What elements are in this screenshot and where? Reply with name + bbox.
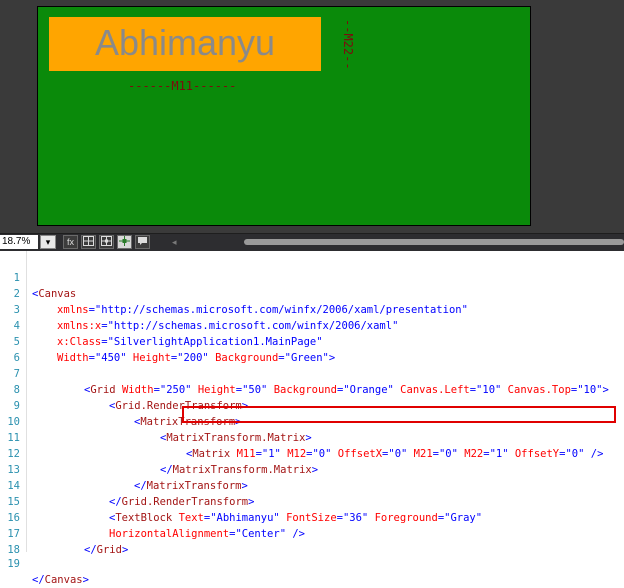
xaml-editor[interactable] bbox=[0, 251, 624, 552]
code-line-8: 8 <Grid.RenderTransform> bbox=[0, 366, 248, 412]
green-canvas[interactable]: Abhimanyu --M22-- ------M11------ bbox=[37, 6, 531, 226]
code-line-5: 5 Width="450" Height="200" Background="G… bbox=[0, 318, 336, 364]
orange-grid[interactable]: Abhimanyu bbox=[49, 17, 321, 71]
m22-annotation: --M22-- bbox=[341, 18, 355, 70]
snap-grid-icon[interactable] bbox=[99, 235, 114, 249]
code-line-4: 4 x:Class="SilverlightApplication1.MainP… bbox=[0, 302, 323, 348]
matrix-line-highlight bbox=[182, 406, 616, 423]
code-line-17: 17 </Grid> bbox=[0, 510, 128, 556]
design-surface[interactable]: Abhimanyu --M22-- ------M11------ bbox=[0, 0, 624, 233]
line-number: 19 bbox=[7, 558, 20, 570]
fx-icon[interactable]: fx bbox=[63, 235, 78, 249]
code-line-13: 13 </MatrixTransform> bbox=[0, 446, 247, 492]
zoom-input[interactable]: 18.7% bbox=[0, 235, 38, 249]
annotation-icon[interactable] bbox=[135, 235, 150, 249]
snap-lines-icon[interactable] bbox=[117, 235, 132, 249]
horizontal-scrollbar-thumb[interactable] bbox=[244, 239, 624, 245]
m11-annotation: ------M11------ bbox=[128, 79, 237, 93]
grid-icon[interactable] bbox=[81, 235, 96, 249]
code-line-14: 14 </Grid.RenderTransform> bbox=[0, 462, 254, 508]
code-line-15: 15 <TextBlock Text="Abhimanyu" FontSize=… bbox=[0, 478, 482, 524]
zoom-dropdown-button[interactable]: ▾ bbox=[40, 235, 56, 249]
code-line-6: 6 bbox=[0, 334, 20, 364]
code-line-3: 3 xmlns:x="http://schemas.microsoft.com/… bbox=[0, 286, 399, 332]
designer-toolbar: 18.7% ▾ fx ◂ bbox=[0, 233, 624, 251]
code-line-7: 7 <Grid Width="250" Height="50" Backgrou… bbox=[0, 350, 609, 396]
scroll-left-arrow[interactable]: ◂ bbox=[172, 237, 177, 248]
code-line-10: 10 <MatrixTransform.Matrix> bbox=[0, 398, 311, 444]
textblock-abhimanyu[interactable]: Abhimanyu bbox=[49, 19, 321, 67]
code-line-11: 11 <Matrix M11="1" M12="0" OffsetX="0" M… bbox=[0, 414, 603, 460]
code-line-19: 19 </Canvas> bbox=[0, 540, 89, 586]
code-line-2: 2 xmlns="http://schemas.microsoft.com/wi… bbox=[0, 270, 468, 316]
code-line-9: 9 <MatrixTransform> bbox=[0, 382, 242, 428]
code-line-12: 12 </MatrixTransform.Matrix> bbox=[0, 430, 318, 476]
code-line-1: 1 <Canvas bbox=[0, 254, 77, 300]
code-line-16: 16 HorizontalAlignment="Center" /> bbox=[0, 494, 305, 540]
editor-margin bbox=[26, 251, 27, 552]
